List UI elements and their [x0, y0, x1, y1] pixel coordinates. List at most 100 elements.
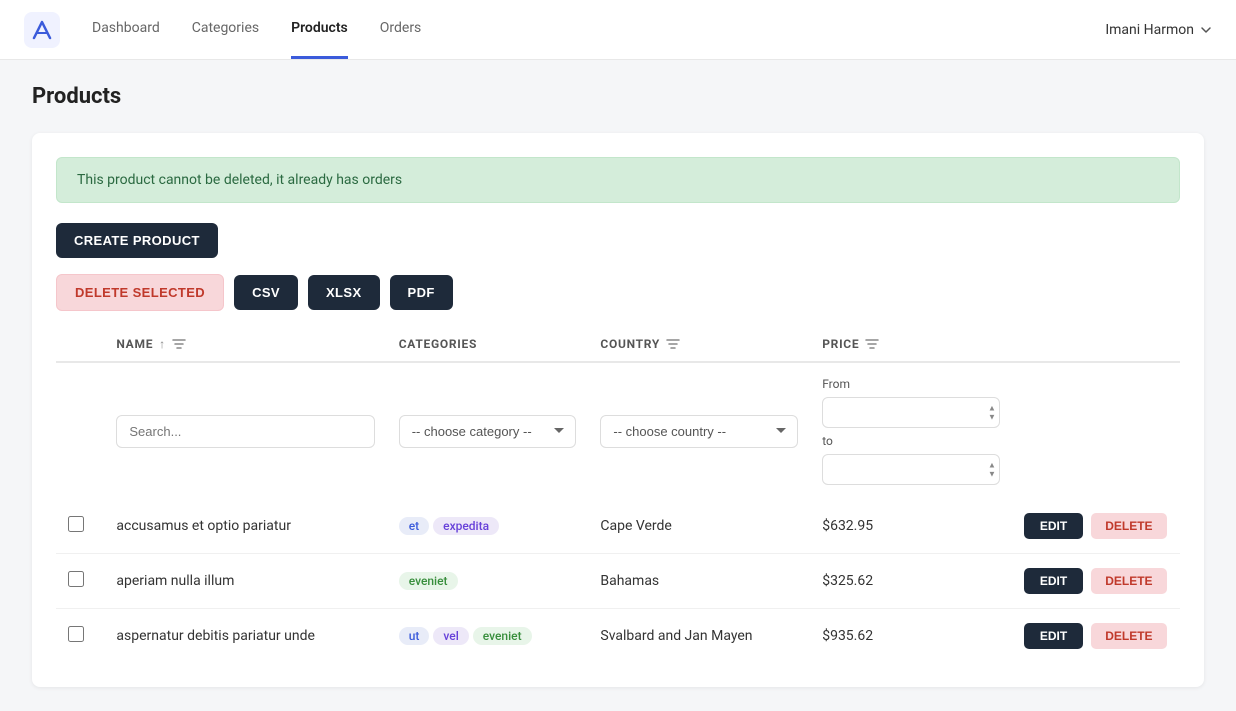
- name-header[interactable]: NAME ↑: [104, 327, 386, 362]
- price-from-up[interactable]: ▲: [988, 404, 996, 412]
- price-from-label: From: [822, 377, 1000, 391]
- filter-checkbox-cell: [56, 362, 104, 499]
- row-checkbox-0[interactable]: [68, 516, 84, 532]
- delete-button-0[interactable]: DELETE: [1091, 513, 1166, 539]
- page-container: Products This product cannot be deleted,…: [0, 60, 1236, 711]
- products-table: NAME ↑ CATEGORIES COUNTRY: [56, 327, 1180, 663]
- filter-row: -- choose category -- -- choose country …: [56, 362, 1180, 499]
- nav-link-categories[interactable]: Categories: [192, 0, 259, 59]
- price-to-up[interactable]: ▲: [988, 461, 996, 469]
- alert-banner: This product cannot be deleted, it alrea…: [56, 157, 1180, 203]
- row-checkbox-cell: [56, 554, 104, 609]
- price-from-spinner: ▲ ▼: [988, 404, 996, 421]
- price-to-down[interactable]: ▼: [988, 470, 996, 478]
- price-from-wrap: ▲ ▼: [822, 397, 1000, 428]
- export-toolbar: DELETE SELECTED CSV XLSX PDF: [56, 274, 1180, 311]
- price-to-label: to: [822, 434, 1000, 448]
- sort-icon: ↑: [159, 337, 166, 351]
- pdf-button[interactable]: PDF: [390, 275, 453, 310]
- nav-links: Dashboard Categories Products Orders: [92, 0, 1105, 59]
- filter-search-cell: [104, 362, 386, 499]
- country-filter-icon: [666, 337, 680, 351]
- table-row: aperiam nulla illum eveniet Bahamas $325…: [56, 554, 1180, 609]
- row-name-cell: accusamus et optio pariatur: [104, 499, 386, 554]
- row-price-cell: $935.62: [810, 609, 1012, 664]
- row-country-cell: Svalbard and Jan Mayen: [588, 609, 810, 664]
- delete-button-2[interactable]: DELETE: [1091, 623, 1166, 649]
- price-filter: From ▲ ▼ to: [822, 377, 1000, 485]
- country-header[interactable]: COUNTRY: [588, 327, 810, 362]
- filter-country-cell: -- choose country --: [588, 362, 810, 499]
- checkbox-header: [56, 327, 104, 362]
- category-tag: eveniet: [399, 572, 458, 590]
- nav-link-products[interactable]: Products: [291, 0, 348, 59]
- row-action-buttons: EDIT DELETE: [1024, 513, 1168, 539]
- edit-button-0[interactable]: EDIT: [1024, 513, 1083, 539]
- price-to-wrap: ▲ ▼: [822, 454, 1000, 485]
- product-country: Bahamas: [600, 573, 659, 589]
- row-actions-cell: EDIT DELETE: [1012, 554, 1180, 609]
- product-price: $632.95: [822, 518, 873, 534]
- create-toolbar: CREATE PRODUCT: [56, 223, 1180, 258]
- edit-button-1[interactable]: EDIT: [1024, 568, 1083, 594]
- country-filter-select[interactable]: -- choose country --: [600, 415, 798, 448]
- filter-price-cell: From ▲ ▼ to: [810, 362, 1012, 499]
- alert-message: This product cannot be deleted, it alrea…: [77, 172, 402, 188]
- category-tag: et: [399, 517, 429, 535]
- filter-actions-cell: [1012, 362, 1180, 499]
- price-from-down[interactable]: ▼: [988, 413, 996, 421]
- row-actions-cell: EDIT DELETE: [1012, 609, 1180, 664]
- filter-category-cell: -- choose category --: [387, 362, 589, 499]
- row-categories-cell: utvel eveniet: [387, 609, 589, 664]
- nav-link-orders[interactable]: Orders: [380, 0, 422, 59]
- product-country: Cape Verde: [600, 518, 671, 534]
- table-row: accusamus et optio pariatur etexpedita C…: [56, 499, 1180, 554]
- row-checkbox-cell: [56, 609, 104, 664]
- nav-link-dashboard[interactable]: Dashboard: [92, 0, 160, 59]
- csv-button[interactable]: CSV: [234, 275, 298, 310]
- row-name-cell: aspernatur debitis pariatur unde: [104, 609, 386, 664]
- product-name: aperiam nulla illum: [116, 573, 234, 589]
- row-checkbox-1[interactable]: [68, 571, 84, 587]
- row-action-buttons: EDIT DELETE: [1024, 568, 1168, 594]
- create-product-button[interactable]: CREATE PRODUCT: [56, 223, 218, 258]
- product-price: $325.62: [822, 573, 873, 589]
- delete-button-1[interactable]: DELETE: [1091, 568, 1166, 594]
- page-title: Products: [32, 84, 1204, 109]
- table-body: accusamus et optio pariatur etexpedita C…: [56, 499, 1180, 663]
- row-country-cell: Cape Verde: [588, 499, 810, 554]
- row-action-buttons: EDIT DELETE: [1024, 623, 1168, 649]
- category-filter-select[interactable]: -- choose category --: [399, 415, 577, 448]
- category-tag: eveniet: [473, 627, 532, 645]
- product-country: Svalbard and Jan Mayen: [600, 628, 752, 644]
- row-categories-cell: eveniet: [387, 554, 589, 609]
- row-categories-cell: etexpedita: [387, 499, 589, 554]
- category-tag: expedita: [433, 517, 499, 535]
- row-price-cell: $325.62: [810, 554, 1012, 609]
- user-menu[interactable]: Imani Harmon: [1105, 22, 1212, 38]
- chevron-down-icon: [1200, 24, 1212, 36]
- edit-button-2[interactable]: EDIT: [1024, 623, 1083, 649]
- category-tag: vel: [433, 627, 468, 645]
- categories-header: CATEGORIES: [387, 327, 589, 362]
- category-tag: ut: [399, 627, 430, 645]
- user-name: Imani Harmon: [1105, 22, 1194, 38]
- actions-header: [1012, 327, 1180, 362]
- search-input[interactable]: [116, 415, 374, 448]
- price-to-input[interactable]: [822, 454, 1000, 485]
- product-name: aspernatur debitis pariatur unde: [116, 628, 315, 644]
- content-card: This product cannot be deleted, it alrea…: [32, 133, 1204, 687]
- price-header[interactable]: PRICE: [810, 327, 1012, 362]
- product-price: $935.62: [822, 628, 873, 644]
- price-to-spinner: ▲ ▼: [988, 461, 996, 478]
- navbar: Dashboard Categories Products Orders Ima…: [0, 0, 1236, 60]
- table-row: aspernatur debitis pariatur unde utvelev…: [56, 609, 1180, 664]
- row-name-cell: aperiam nulla illum: [104, 554, 386, 609]
- xlsx-button[interactable]: XLSX: [308, 275, 380, 310]
- row-country-cell: Bahamas: [588, 554, 810, 609]
- price-from-input[interactable]: [822, 397, 1000, 428]
- delete-selected-button[interactable]: DELETE SELECTED: [56, 274, 224, 311]
- price-filter-icon: [865, 337, 879, 351]
- app-logo: [24, 12, 60, 48]
- row-checkbox-2[interactable]: [68, 626, 84, 642]
